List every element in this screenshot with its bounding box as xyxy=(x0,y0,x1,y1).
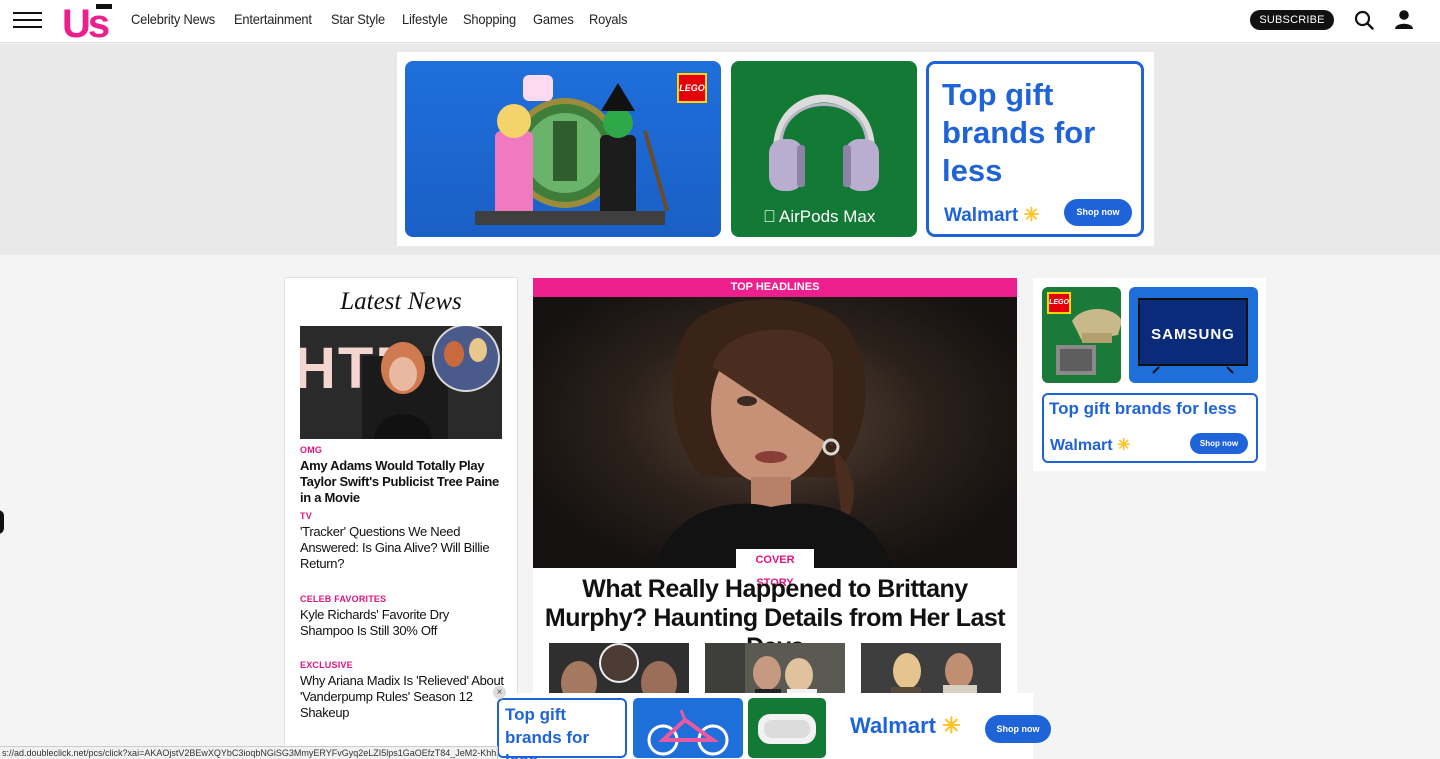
walmart-ad-text-tile[interactable]: Top gift brands for less xyxy=(497,698,627,759)
nav-celebrity-news[interactable]: Celebrity News xyxy=(131,11,215,27)
hero-image[interactable] xyxy=(533,297,1017,568)
lego-dinosaur-ad-tile[interactable]: LEGO xyxy=(1042,287,1121,383)
page: Us Celebrity News Entertainment Star Sty… xyxy=(0,0,1440,759)
close-ad-icon[interactable]: × xyxy=(493,686,506,699)
status-bar-url: s://ad.doubleclick.net/pcs/click?xai=AKA… xyxy=(0,746,498,759)
subscribe-button[interactable]: SUBSCRIBE xyxy=(1250,10,1334,30)
sidebar-ad[interactable]: LEGO SAMSUNG Top gift brands for less Wa… xyxy=(1033,278,1266,471)
samsung-tv-image: SAMSUNG xyxy=(1138,298,1248,374)
walmart-logo: Walmart ✳ xyxy=(1050,435,1130,455)
samsung-label: SAMSUNG xyxy=(1151,326,1235,343)
airpods-ad-tile[interactable]:  AirPods Max xyxy=(731,61,917,237)
nav-lifestyle[interactable]: Lifestyle xyxy=(402,11,448,27)
walmart-brand-text: Walmart xyxy=(1050,437,1113,454)
shop-now-button[interactable]: Shop now xyxy=(1064,199,1132,226)
kids-bike-image xyxy=(647,709,729,756)
cover-story-tag[interactable]: COVER STORY xyxy=(736,549,814,589)
top-banner-ad[interactable]: LEGO  xyxy=(397,52,1154,246)
nav-shopping[interactable]: Shopping xyxy=(463,11,516,27)
lego-ad-tile[interactable]: LEGO xyxy=(405,61,721,237)
nav-games[interactable]: Games xyxy=(533,11,574,27)
menu-icon[interactable] xyxy=(13,12,42,30)
bike-ad-tile[interactable] xyxy=(633,698,743,758)
news-headline[interactable]: Amy Adams Would Totally Play Taylor Swif… xyxy=(300,458,504,506)
bottom-sticky-ad[interactable]: Top gift brands for less Walmart ✳ Shop … xyxy=(495,693,1051,759)
news-item[interactable]: CELEB FAVORITES Kyle Richards' Favorite … xyxy=(300,594,504,639)
search-icon[interactable] xyxy=(1354,10,1374,30)
walmart-spark-icon: ✳ xyxy=(1023,205,1040,226)
news-category: OMG xyxy=(300,445,323,455)
walmart-spark-icon: ✳ xyxy=(1116,437,1131,454)
us-weekly-logo[interactable]: Us xyxy=(62,1,114,41)
user-account-icon[interactable] xyxy=(1394,9,1414,29)
walmart-spark-icon: ✳ xyxy=(942,713,961,738)
latest-news-heading: Latest News xyxy=(340,288,462,315)
walmart-logo: Walmart ✳ xyxy=(944,204,1039,227)
news-category: EXCLUSIVE xyxy=(300,660,353,670)
nav-entertainment[interactable]: Entertainment xyxy=(234,11,312,27)
walmart-ad-title: Top gift brands for less xyxy=(942,77,1096,188)
walmart-brand-text: Walmart xyxy=(850,713,936,738)
lego-logo: LEGO xyxy=(677,73,707,103)
news-category: CELEB FAVORITES xyxy=(300,594,387,604)
news-item[interactable]: EXCLUSIVE Why Ariana Madix Is 'Relieved'… xyxy=(300,660,504,721)
shop-now-button[interactable]: Shop now xyxy=(985,715,1051,743)
nav-royals[interactable]: Royals xyxy=(589,11,627,27)
lego-wicked-set-image xyxy=(475,75,669,225)
amy-adams-photo: HTR xyxy=(300,326,502,439)
latest-news-image[interactable]: HTR xyxy=(300,326,502,439)
news-item[interactable]: TV 'Tracker' Questions We Need Answered:… xyxy=(300,511,504,572)
vr-headset-ad-tile[interactable] xyxy=(748,698,826,758)
apple-icon:  xyxy=(763,207,776,226)
airpods-max-image:  AirPods Max xyxy=(763,94,879,226)
walmart-ad-tile[interactable]: Top gift brands for less Walmart ✳ Shop … xyxy=(926,61,1144,237)
brittany-murphy-photo xyxy=(653,299,893,568)
airpods-label: AirPods Max xyxy=(779,207,876,226)
walmart-brand-text: Walmart xyxy=(944,205,1019,226)
lego-logo: LEGO xyxy=(1047,292,1071,314)
samsung-ad-tile[interactable]: SAMSUNG xyxy=(1129,287,1258,383)
walmart-ad-title: Top gift brands for less xyxy=(505,705,590,759)
main-nav: Celebrity News Entertainment Star Style … xyxy=(131,11,630,27)
news-headline[interactable]: Kyle Richards' Favorite Dry Shampoo Is S… xyxy=(300,607,504,639)
site-header: Us Celebrity News Entertainment Star Sty… xyxy=(0,0,1440,43)
walmart-sidebar-ad[interactable]: Top gift brands for less Walmart ✳ Shop … xyxy=(1042,393,1258,463)
news-headline[interactable]: 'Tracker' Questions We Need Answered: Is… xyxy=(300,524,504,572)
top-headline-card: TOP HEADLINES COVER STORY What Really Ha… xyxy=(533,278,1017,759)
top-headlines-label: TOP HEADLINES xyxy=(533,278,1017,297)
walmart-ad-title: Top gift brands for less xyxy=(1049,399,1237,418)
side-tab-handle[interactable] xyxy=(0,510,4,534)
news-item[interactable]: OMG Amy Adams Would Totally Play Taylor … xyxy=(300,445,504,506)
latest-news-panel: Latest News HTR OMG Amy Adams Would Tota… xyxy=(284,277,518,759)
news-category: TV xyxy=(300,511,312,521)
nav-star-style[interactable]: Star Style xyxy=(331,11,385,27)
vr-headset-image xyxy=(758,714,816,744)
walmart-logo: Walmart ✳ xyxy=(850,713,961,739)
shop-now-button[interactable]: Shop now xyxy=(1190,433,1248,454)
news-headline[interactable]: Why Ariana Madix Is 'Relieved' About 'Va… xyxy=(300,673,504,721)
